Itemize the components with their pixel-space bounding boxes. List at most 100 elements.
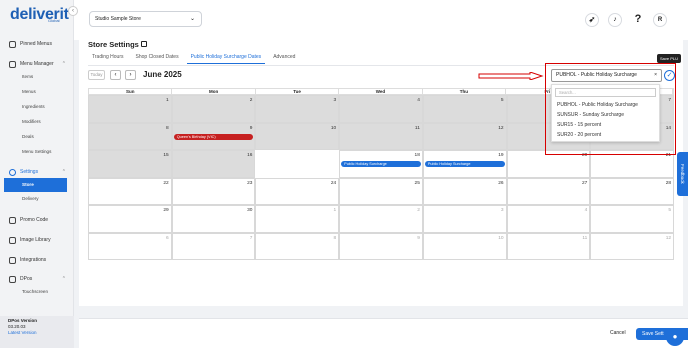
sidebar-item-touchscreen[interactable]: Touchscreen	[0, 285, 74, 299]
calendar-day[interactable]: 19 Public Holiday Surcharge	[422, 150, 507, 178]
sidebar-item-menus[interactable]: Menus	[0, 85, 74, 99]
sidebar-item-integrations[interactable]: Integrations	[0, 254, 74, 266]
next-month-button[interactable]: ›	[125, 70, 136, 80]
plu-option[interactable]: PUBHOL - Public Holiday Surcharge	[552, 100, 659, 110]
weekday-label: Mon	[172, 89, 256, 94]
calendar-day[interactable]: 9 Queen's Birthday (VIC)	[171, 122, 256, 150]
calendar-event[interactable]: Public Holiday Surcharge	[424, 161, 505, 167]
tag-icon	[9, 216, 16, 224]
today-button[interactable]: Today	[88, 70, 105, 80]
calendar-day[interactable]: 1	[255, 205, 340, 233]
calendar-week: 6 7 8 9 10 11 12	[88, 232, 675, 260]
chevron-up-icon: ⌃	[61, 276, 66, 282]
day-number: 19	[498, 153, 504, 158]
sidebar-item-settings[interactable]: Settings ⌃	[0, 166, 74, 178]
weekday-label: Wed	[339, 89, 423, 94]
calendar-day[interactable]: 10	[255, 122, 340, 150]
feedback-tab[interactable]: Feedback	[677, 152, 688, 196]
calendar-day[interactable]: 22	[88, 177, 172, 205]
calendar-day[interactable]: 28	[590, 177, 675, 205]
calendar-day[interactable]: 16	[171, 150, 256, 178]
sidebar-item-image-library[interactable]: Image Library	[0, 234, 74, 246]
sidebar-item-ingredients[interactable]: Ingredients	[0, 100, 74, 114]
prev-month-button[interactable]: ‹	[110, 70, 121, 80]
calendar-day[interactable]: 18 Public Holiday Surcharge	[339, 150, 423, 178]
calendar-week: 29 30 1 2 3 4 5	[88, 205, 675, 233]
calendar-day[interactable]: 4	[339, 95, 423, 123]
store-select[interactable]: Studio Sample Store ⌄	[89, 11, 202, 27]
sidebar-item-menu-settings[interactable]: Menu Settings	[0, 145, 74, 159]
gear-icon	[9, 168, 16, 176]
save-plu-check-icon[interactable]: ✓	[664, 70, 675, 81]
day-number: 9	[417, 235, 420, 241]
calendar-day[interactable]: 30	[171, 205, 256, 233]
sidebar-item-dpos[interactable]: DPos ⌃	[0, 273, 74, 285]
clear-icon[interactable]: ×	[654, 70, 657, 81]
calendar-day[interactable]: 7	[171, 232, 256, 260]
calendar-event[interactable]: Queen's Birthday (VIC)	[173, 133, 254, 140]
calendar-day[interactable]: 9	[339, 232, 423, 260]
sidebar-item-promo-code[interactable]: Promo Code	[0, 214, 74, 226]
calendar-day[interactable]: 5	[590, 205, 675, 233]
calendar-day[interactable]: 3	[255, 95, 340, 123]
day-number: 28	[665, 180, 672, 186]
sidebar-item-pinned-menus[interactable]: Pinned Menus	[0, 38, 74, 50]
calendar-day[interactable]: 6	[88, 232, 172, 260]
avatar[interactable]: R	[653, 13, 667, 27]
chat-icon[interactable]: ●	[666, 328, 684, 346]
bell-icon[interactable]: ♪	[608, 13, 622, 27]
calendar-day[interactable]: 15	[88, 150, 172, 178]
plu-option[interactable]: SUR20 - 20 percent	[552, 130, 659, 140]
help-icon[interactable]: ?	[631, 13, 645, 27]
weekday-label: Tue	[256, 89, 340, 94]
day-number: 5	[500, 98, 504, 103]
sidebar-item-items[interactable]: Items	[0, 70, 74, 84]
sidebar-item-menu-manager[interactable]: Menu Manager ⌃	[0, 58, 74, 70]
calendar-day[interactable]: 24	[255, 177, 340, 205]
calendar-day[interactable]: 12	[590, 232, 675, 260]
calendar-day[interactable]: 3	[422, 205, 507, 233]
sidebar-item-modifiers[interactable]: Modifiers	[0, 115, 74, 129]
day-number: 1	[333, 208, 337, 213]
calendar-day[interactable]: 8	[88, 122, 172, 150]
tab-shop-closed-dates[interactable]: Shop Closed Dates	[132, 54, 183, 64]
calendar-day[interactable]: 2	[171, 95, 256, 123]
calendar-day[interactable]: 10	[422, 232, 507, 260]
calendar-day[interactable]: 26	[422, 177, 507, 205]
collapse-sidebar-icon[interactable]: ‹	[68, 6, 78, 16]
footer-bar: Cancel Save Sett	[79, 318, 688, 348]
day-number: 15	[163, 153, 169, 158]
calendar-day[interactable]: 1	[88, 95, 172, 123]
calendar-day[interactable]: 2	[339, 205, 423, 233]
calendar-day[interactable]: 8	[255, 232, 340, 260]
plu-option[interactable]: SUNSUR - Sunday Surcharge	[552, 110, 659, 120]
latest-version-link[interactable]: Latest Version	[8, 330, 66, 336]
sidebar-item-deals[interactable]: Deals	[0, 130, 74, 144]
calendar-day[interactable]: 5	[422, 95, 507, 123]
day-number: 9	[249, 125, 253, 131]
calendar-day[interactable]: 4	[506, 205, 591, 233]
calendar-day[interactable]: 25	[339, 177, 423, 205]
calendar-day[interactable]: 12	[422, 122, 507, 150]
day-number: 8	[333, 235, 337, 241]
sidebar-item-delivery[interactable]: Delivery	[0, 192, 74, 206]
calendar-day[interactable]: 11	[506, 232, 591, 260]
rocket-icon[interactable]: ➶	[585, 13, 599, 27]
calendar-day[interactable]: 11	[339, 122, 423, 150]
cancel-button[interactable]: Cancel	[610, 330, 626, 336]
tab-trading-hours[interactable]: Trading Hours	[88, 54, 128, 64]
calendar-day[interactable]: 29	[88, 205, 172, 233]
day-number: 8	[166, 125, 169, 131]
calendar-event[interactable]: Public Holiday Surcharge	[341, 161, 421, 167]
calendar-day[interactable]: 27	[506, 177, 591, 205]
save-plu-tooltip: Save PLU	[657, 54, 681, 63]
sidebar-item-store[interactable]: Store	[4, 178, 67, 192]
day-number: 6	[166, 235, 169, 241]
calendar-day[interactable]: 23	[171, 177, 256, 205]
plu-option[interactable]: SUR15 - 15 percent	[552, 120, 659, 130]
plu-select[interactable]: PUBHOL - Public Holiday Surcharge ×	[551, 69, 662, 82]
tab-public-holiday-surcharge-dates[interactable]: Public Holiday Surcharge Dates	[186, 54, 266, 64]
plu-search-input[interactable]: Search...	[555, 88, 656, 97]
day-number: 4	[417, 98, 420, 103]
tab-advanced[interactable]: Advanced	[269, 54, 299, 64]
